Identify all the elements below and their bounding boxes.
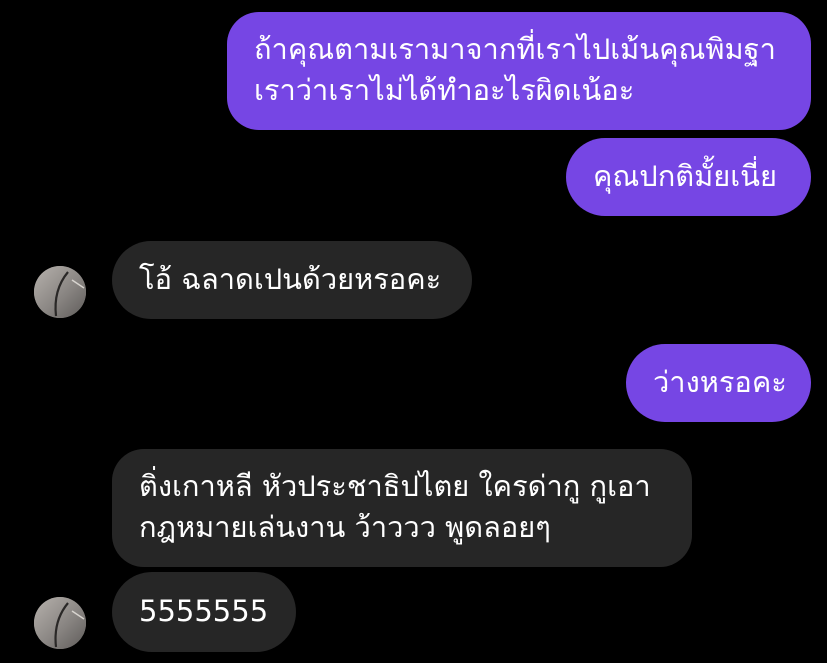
message-text-line: ว่างหรอคะ <box>653 365 787 399</box>
message-text-line: โอ้ ฉลาดเปนด้วยหรอคะ <box>139 262 442 296</box>
message-text-line: ติ่งเกาหลี หัวประชาธิปไตย ใครด่ากู กูเอา <box>139 469 651 503</box>
avatar-image <box>34 597 86 649</box>
message-text-line: 5555555 <box>139 594 269 628</box>
profile-photo-avatar[interactable] <box>34 597 86 649</box>
message-bubble-outgoing[interactable]: ว่างหรอคะ <box>626 344 811 422</box>
avatar-image <box>34 266 86 318</box>
message-bubble-incoming[interactable]: 5555555 <box>112 572 296 652</box>
message-bubble-incoming[interactable]: โอ้ ฉลาดเปนด้วยหรอคะ <box>112 241 472 319</box>
message-text-line: เราว่าเราไม่ได้ทำอะไรผิดเน้อะ <box>254 73 635 107</box>
message-text-line: คุณปกติมั้ยเนี่ย <box>593 159 777 193</box>
message-bubble-incoming[interactable]: ติ่งเกาหลี หัวประชาธิปไตย ใครด่ากู กูเอา… <box>112 449 692 567</box>
message-text-line: กฎหมายเล่นงาน ว้าววว พูดลอยๆ <box>139 510 551 544</box>
message-bubble-outgoing[interactable]: ถ้าคุณตามเรามาจากที่เราไปเม้นคุณพิมฐา เร… <box>227 12 811 130</box>
message-text-line: ถ้าคุณตามเรามาจากที่เราไปเม้นคุณพิมฐา <box>254 32 776 66</box>
profile-photo-avatar[interactable] <box>34 266 86 318</box>
message-bubble-outgoing[interactable]: คุณปกติมั้ยเนี่ย <box>566 138 811 216</box>
